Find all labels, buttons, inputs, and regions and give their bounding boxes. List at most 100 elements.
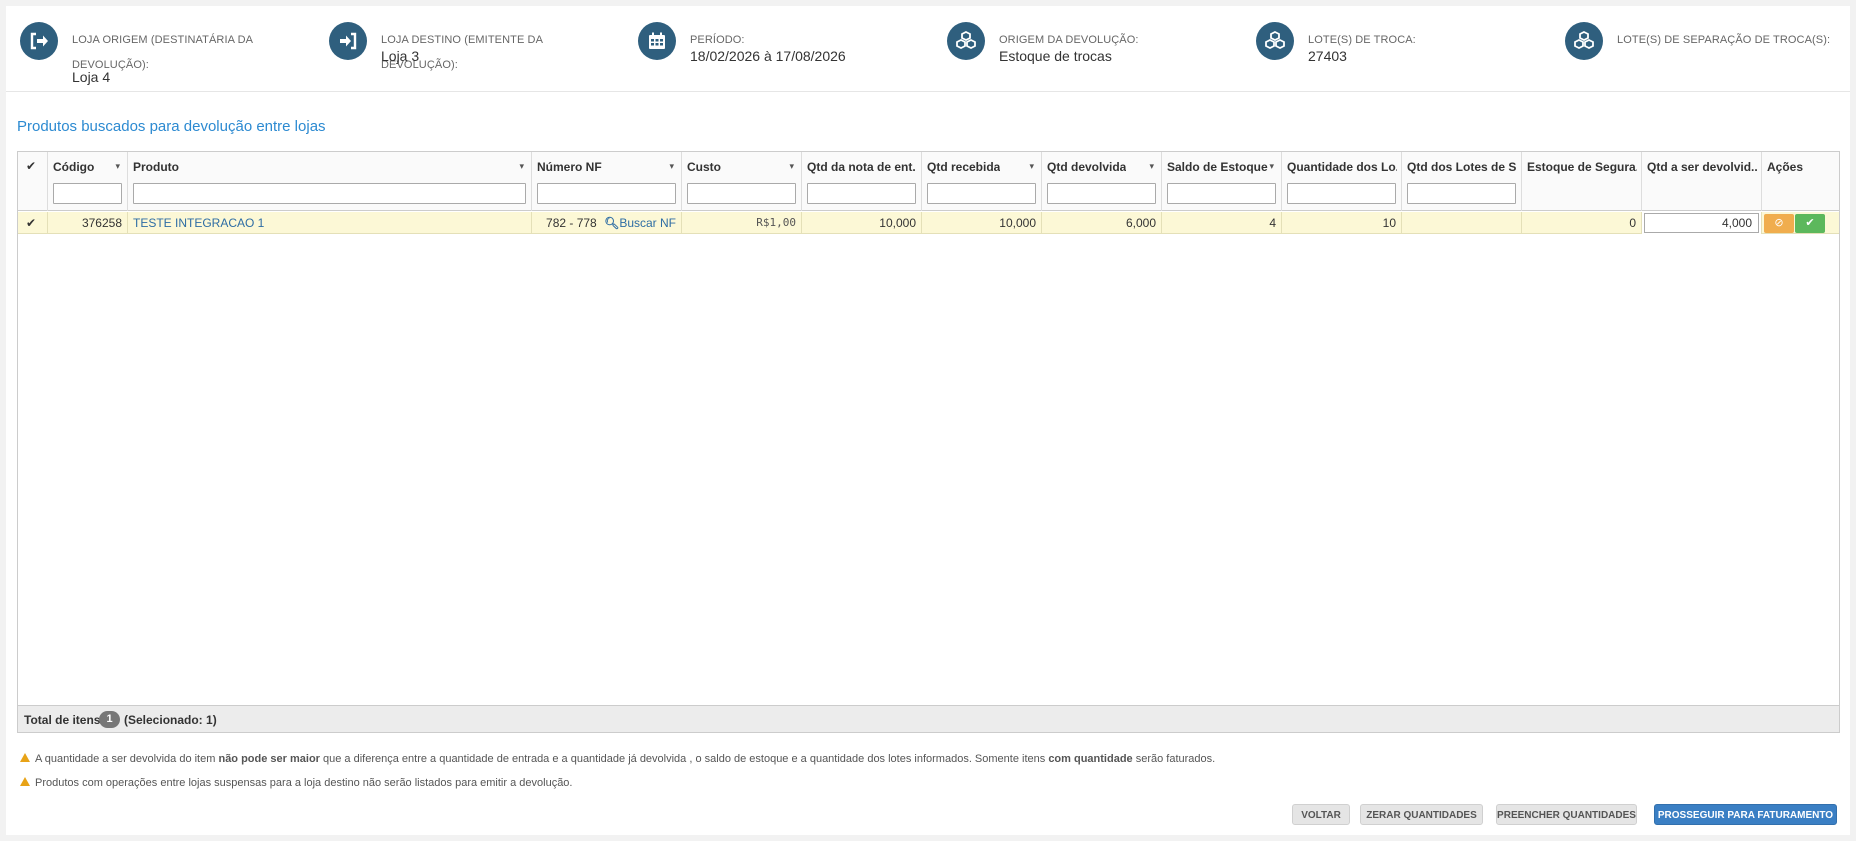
column-qtd-recebida[interactable]: Qtd recebida ▾ (922, 152, 1042, 211)
column-label: Qtd dos Lotes de S... (1407, 160, 1517, 174)
info-origem-devolucao: ORIGEM DA DEVOLUÇÃO: Estoque de trocas (947, 18, 1237, 88)
column-numero-nf[interactable]: Número NF ▾ (532, 152, 682, 211)
filter-qtd-lotes-separacao-input[interactable] (1407, 183, 1516, 204)
preencher-quantidades-button[interactable]: PREENCHER QUANTIDADES (1496, 804, 1637, 825)
info-periodo: PERÍODO: 18/02/2026 à 17/08/2026 (638, 18, 928, 88)
cell-custo: R$1,00 (682, 212, 802, 234)
prosseguir-faturamento-button[interactable]: PROSSEGUIR PARA FATURAMENTO (1654, 804, 1837, 825)
filter-numero-nf-input[interactable] (537, 183, 676, 204)
column-label: Produto (133, 160, 179, 174)
filter-quantidade-lotes-input[interactable] (1287, 183, 1396, 204)
cell-numero-nf: 782 - 778 🔍︎Buscar NF (532, 212, 682, 234)
column-acoes: Ações (1762, 152, 1841, 211)
section-title: Produtos buscados para devolução entre l… (17, 118, 326, 135)
cubes-icon (1256, 22, 1294, 60)
info-value: Loja 3 (381, 48, 420, 64)
info-loja-origem: LOJA ORIGEM (DESTINATÁRIA DA DEVOLUÇÃO): … (20, 18, 310, 88)
cell-qtd-lotes-separacao (1402, 212, 1522, 234)
column-label: Saldo de Estoque (1167, 160, 1268, 174)
check-icon: ✔ (26, 216, 37, 230)
column-label: Ações (1767, 160, 1804, 174)
info-lotes-separacao: LOTE(S) DE SEPARAÇÃO DE TROCA(S): (1565, 18, 1845, 88)
column-codigo[interactable]: Código ▾ (48, 152, 128, 211)
zerar-quantidades-button[interactable]: ZERAR QUANTIDADES (1360, 804, 1483, 825)
cell-acoes: ⊘ ✔ (1762, 212, 1841, 234)
grid-footer: Total de itens: 1 (Selecionado: 1) (18, 705, 1839, 732)
cell-quantidade-lotes: 10 (1282, 212, 1402, 234)
grid-header: ✔ Código ▾ Produto ▾ Número NF ▾ Custo ▾ Qtd… (18, 152, 1839, 211)
confirm-row-button[interactable]: ✔ (1795, 214, 1825, 233)
voltar-button[interactable]: VOLTAR (1292, 804, 1350, 825)
cell-produto[interactable]: TESTE INTEGRACAO 1 (128, 212, 532, 234)
info-label: LOTE(S) DE SEPARAÇÃO DE TROCA(S): (1617, 34, 1831, 46)
filter-qtd-recebida-input[interactable] (927, 183, 1036, 204)
chevron-down-icon[interactable]: ▾ (519, 161, 524, 172)
search-icon: 🔍︎ (604, 216, 620, 230)
column-label: Qtd da nota de ent... (807, 160, 915, 174)
cell-qtd-a-ser-devolvida: 4,000 (1642, 212, 1762, 234)
note-quantity-rule: A quantidade a ser devolvida do item não… (20, 753, 1215, 765)
nf-number: 782 - 778 (546, 216, 597, 230)
cell-qtd-devolvida: 6,000 (1042, 212, 1162, 234)
column-label: Código (53, 160, 95, 174)
calendar-icon (638, 22, 676, 60)
column-qtd-nota-entrada[interactable]: Qtd da nota de ent... (802, 152, 922, 211)
cell-qtd-nota-entrada: 10,000 (802, 212, 922, 234)
column-estoque-seguranca[interactable]: Estoque de Segura... (1522, 152, 1642, 211)
total-label: Total de itens: (24, 713, 105, 727)
sign-in-icon (329, 22, 367, 60)
column-qtd-devolvida[interactable]: Qtd devolvida ▾ (1042, 152, 1162, 211)
info-loja-destino: LOJA DESTINO (EMITENTE DA DEVOLUÇÃO): Lo… (329, 18, 619, 88)
column-custo[interactable]: Custo ▾ (682, 152, 802, 211)
note-suspended-operations: Produtos com operações entre lojas suspe… (20, 777, 572, 789)
info-value: Loja 4 (72, 69, 111, 85)
cell-qtd-recebida: 10,000 (922, 212, 1042, 234)
warning-icon (20, 753, 30, 762)
filter-produto-input[interactable] (133, 183, 526, 204)
column-label: Quantidade dos Lo... (1287, 160, 1397, 174)
row-checkbox[interactable]: ✔ (18, 212, 48, 234)
chevron-down-icon[interactable]: ▾ (789, 161, 794, 172)
cell-saldo-estoque: 4 (1162, 212, 1282, 234)
filter-qtd-nota-entrada-input[interactable] (807, 183, 916, 204)
filter-qtd-devolvida-input[interactable] (1047, 183, 1156, 204)
cubes-icon (1565, 22, 1603, 60)
check-icon: ✔ (1805, 217, 1815, 229)
chevron-down-icon[interactable]: ▾ (669, 161, 674, 172)
column-label: Estoque de Segura... (1527, 160, 1637, 174)
ban-icon: ⊘ (1774, 217, 1784, 229)
check-icon: ✔ (26, 159, 37, 173)
column-saldo-estoque[interactable]: Saldo de Estoque ▾ (1162, 152, 1282, 211)
info-value: 27403 (1308, 48, 1347, 64)
header-info-strip: LOJA ORIGEM (DESTINATÁRIA DA DEVOLUÇÃO): … (6, 6, 1850, 92)
qtd-a-ser-devolvida-input[interactable]: 4,000 (1644, 213, 1759, 233)
buscar-nf-link[interactable]: 🔍︎Buscar NF (604, 216, 676, 230)
cell-codigo: 376258 (48, 212, 128, 234)
selected-count: (Selecionado: 1) (124, 713, 217, 727)
column-qtd-lotes-separacao[interactable]: Qtd dos Lotes de S... (1402, 152, 1522, 211)
filter-custo-input[interactable] (687, 183, 796, 204)
column-produto[interactable]: Produto ▾ (128, 152, 532, 211)
cubes-icon (947, 22, 985, 60)
column-label: Qtd devolvida (1047, 160, 1127, 174)
filter-codigo-input[interactable] (53, 183, 122, 204)
chevron-down-icon[interactable]: ▾ (1029, 161, 1034, 172)
select-all-checkbox[interactable]: ✔ (18, 152, 48, 211)
info-lotes-troca: LOTE(S) DE TROCA: 27403 (1256, 18, 1546, 88)
column-qtd-a-ser-devolvida[interactable]: Qtd a ser devolvid... (1642, 152, 1762, 211)
products-grid: ✔ Código ▾ Produto ▾ Número NF ▾ Custo ▾ Qtd… (17, 151, 1840, 733)
filter-saldo-estoque-input[interactable] (1167, 183, 1276, 204)
chevron-down-icon[interactable]: ▾ (115, 161, 120, 172)
cell-estoque-seguranca: 0 (1522, 212, 1642, 234)
cancel-row-button[interactable]: ⊘ (1764, 214, 1794, 233)
table-row[interactable]: ✔ 376258 TESTE INTEGRACAO 1 782 - 778 🔍︎… (18, 212, 1839, 234)
column-label: Número NF (537, 160, 602, 174)
column-label: Custo (687, 160, 721, 174)
column-label: Qtd recebida (927, 160, 1001, 174)
info-value: Estoque de trocas (999, 48, 1112, 64)
chevron-down-icon[interactable]: ▾ (1269, 161, 1274, 172)
chevron-down-icon[interactable]: ▾ (1149, 161, 1154, 172)
column-quantidade-lotes[interactable]: Quantidade dos Lo... (1282, 152, 1402, 211)
total-count-badge: 1 (99, 711, 120, 728)
warning-icon (20, 777, 30, 786)
